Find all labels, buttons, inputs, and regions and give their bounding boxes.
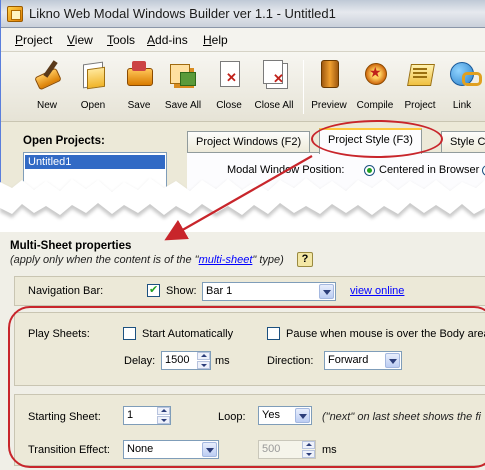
menu-view[interactable]: View: [67, 33, 93, 47]
open-label: Open: [80, 100, 106, 111]
close-button[interactable]: Close: [209, 58, 249, 120]
preview-label: Preview: [311, 100, 347, 111]
title-bar: Likno Web Modal Windows Builder ver 1.1 …: [1, 0, 485, 28]
multi-sheet-link[interactable]: multi-sheet: [199, 254, 253, 266]
menu-tools[interactable]: Tools: [107, 33, 135, 47]
link-label: Link: [452, 100, 472, 111]
close-icon: [214, 58, 244, 88]
tab-project-windows[interactable]: Project Windows (F2): [187, 131, 311, 153]
save-all-label: Save All: [164, 100, 202, 111]
help-icon[interactable]: ?: [297, 252, 313, 267]
navigation-bar-dropdown[interactable]: Bar 1: [202, 282, 336, 301]
sheets-highlight-frame: [8, 306, 485, 468]
menu-bar: Project View Tools Add-ins Help: [1, 28, 485, 52]
multisheet-subtitle: (apply only when the content is of the "…: [10, 254, 284, 266]
toolbar-separator: [303, 60, 304, 114]
link-button[interactable]: Link: [443, 58, 482, 120]
save-all-icon: [168, 58, 198, 88]
show-label: Show:: [166, 285, 197, 297]
compile-button[interactable]: Compile: [353, 58, 397, 120]
open-projects-header: Open Projects:: [23, 135, 105, 147]
project-icon: [405, 58, 435, 88]
close-all-icon: [259, 58, 289, 88]
tab-style-c[interactable]: Style C: [441, 131, 485, 153]
save-label: Save: [127, 100, 151, 111]
new-button[interactable]: New: [27, 58, 67, 120]
preview-button[interactable]: Preview: [307, 58, 351, 120]
navigation-bar-label: Navigation Bar:: [28, 285, 104, 297]
save-icon: [124, 58, 154, 88]
multisheet-title: Multi-Sheet properties: [10, 240, 132, 252]
window-title: Likno Web Modal Windows Builder ver 1.1 …: [29, 6, 336, 21]
menu-add-ins[interactable]: Add-ins: [147, 33, 188, 47]
open-button[interactable]: Open: [73, 58, 113, 120]
tab-highlight-ellipse: [311, 120, 443, 158]
project-label: Project: [404, 100, 436, 111]
project-button[interactable]: Project: [399, 58, 441, 120]
torn-edge: [0, 178, 485, 219]
project-list-item[interactable]: Untitled1: [25, 155, 165, 169]
preview-icon: [314, 58, 344, 88]
compile-icon: [360, 58, 390, 88]
subtitle-text-after: " type): [252, 254, 284, 266]
save-all-button[interactable]: Save All: [161, 58, 205, 120]
close-all-label: Close All: [254, 100, 294, 111]
subtitle-text-before: (apply only when the content is of the ": [10, 254, 199, 266]
close-all-button[interactable]: Close All: [251, 58, 297, 120]
toolbar: New Open Save Save All Close Close All P…: [1, 52, 485, 122]
close-label: Close: [216, 100, 242, 111]
menu-help[interactable]: Help: [203, 33, 228, 47]
menu-project[interactable]: Project: [15, 33, 52, 47]
show-nav-checkbox[interactable]: [147, 283, 160, 297]
view-online-link[interactable]: view online: [350, 285, 404, 297]
navigation-bar-value: Bar 1: [206, 285, 233, 297]
open-icon: [78, 58, 108, 88]
save-button[interactable]: Save: [119, 58, 159, 120]
compile-label: Compile: [356, 100, 394, 111]
new-icon: [32, 58, 62, 88]
chevron-down-icon: [319, 284, 334, 299]
new-label: New: [36, 100, 57, 111]
link-icon: [447, 58, 482, 88]
app-logo-icon: [7, 6, 23, 22]
